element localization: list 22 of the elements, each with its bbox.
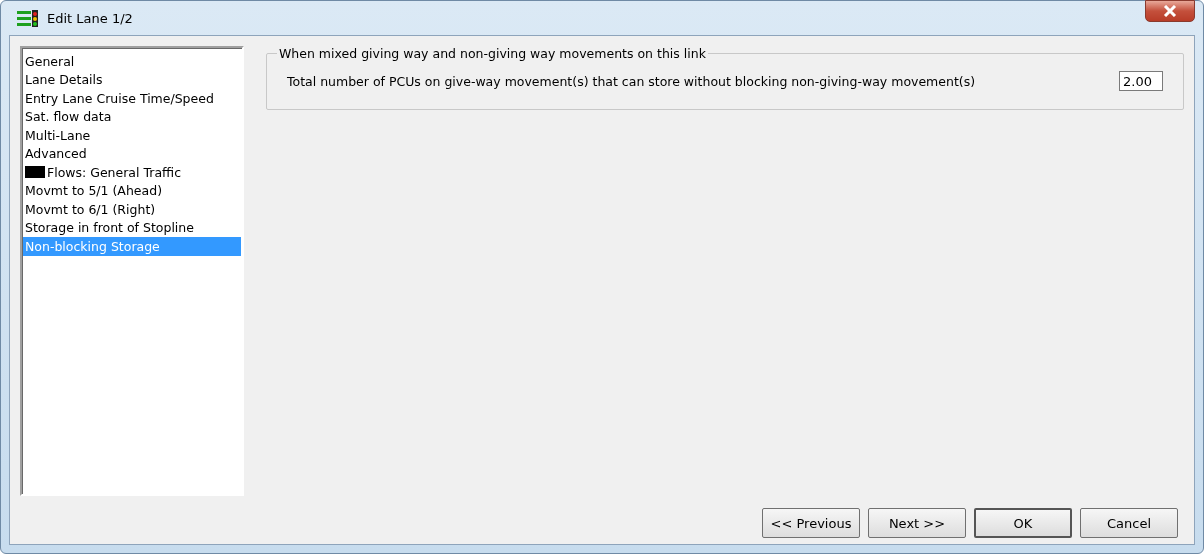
dialog-button[interactable]: << Previous — [762, 508, 860, 538]
list-item[interactable]: Multi-Lane — [23, 126, 241, 145]
list-item[interactable]: General — [23, 52, 241, 71]
list-item[interactable]: Sat. flow data — [23, 107, 241, 126]
list-item[interactable]: Entry Lane Cruise Time/Speed — [23, 89, 241, 108]
close-icon — [1163, 5, 1177, 17]
dialog-button[interactable]: OK — [974, 508, 1072, 538]
window-title: Edit Lane 1/2 — [47, 10, 133, 26]
traffic-signal-icon — [17, 9, 39, 27]
close-button[interactable] — [1145, 0, 1195, 22]
field-label: Total number of PCUs on give-way movement(s) that can store without blocking non-giving-way movement(s) — [287, 73, 976, 89]
list-item[interactable]: Lane Details — [23, 70, 241, 89]
list-item[interactable]: Movmt to 5/1 (Ahead) — [23, 181, 241, 200]
list-item[interactable]: Flows: General Traffic — [23, 163, 241, 182]
pcu-input[interactable]: 2.00 — [1119, 71, 1163, 91]
list-item[interactable]: Movmt to 6/1 (Right) — [23, 200, 241, 219]
dialog-button[interactable]: Next >> — [868, 508, 966, 538]
list-item[interactable]: Advanced — [23, 144, 241, 163]
dialog-button[interactable]: Cancel — [1080, 508, 1178, 538]
list-item-label: Flows: General Traffic — [47, 164, 182, 180]
group-title: When mixed giving way and non-giving way movements on this link — [278, 46, 707, 61]
list-item[interactable]: Storage in front of Stopline — [23, 218, 241, 237]
